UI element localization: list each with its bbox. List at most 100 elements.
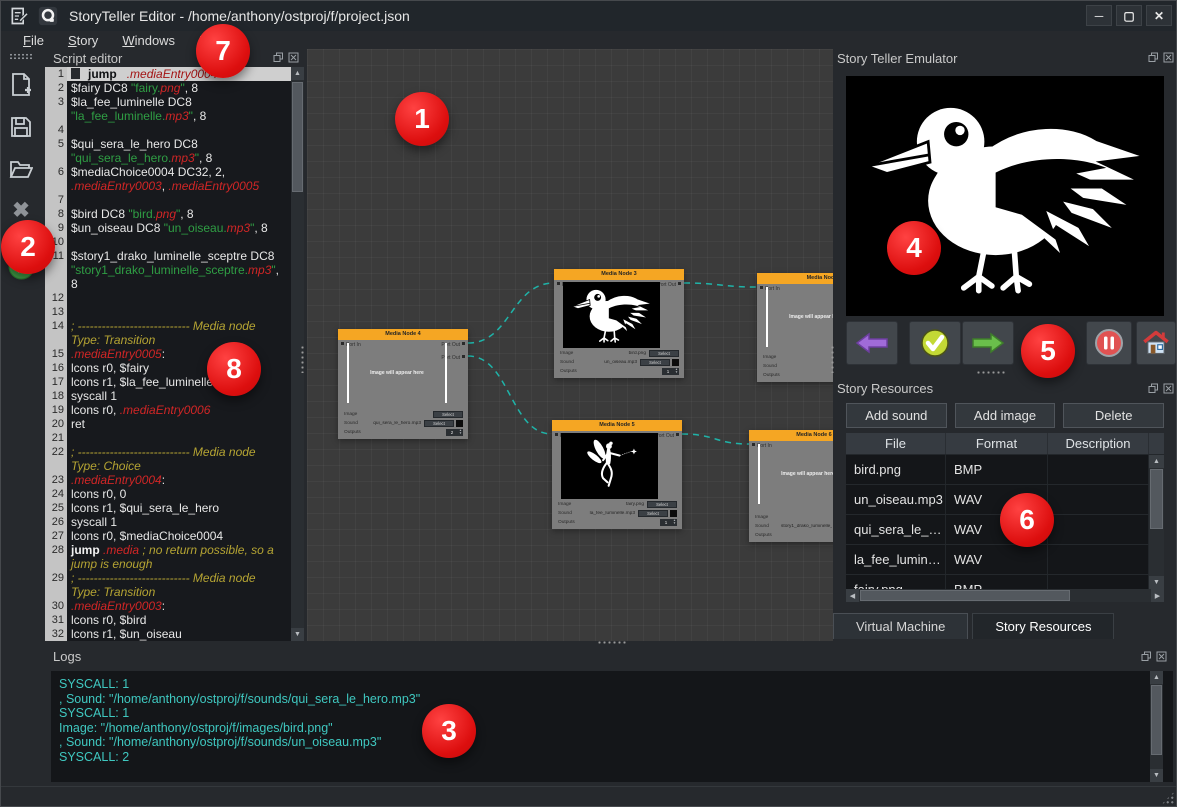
code-line[interactable]: 8 [45, 277, 291, 291]
float-panel-icon[interactable] [1141, 651, 1152, 662]
close-button[interactable]: ✕ [1146, 5, 1172, 26]
media-node[interactable]: Media NodePort InImage will appear hereI… [757, 273, 833, 382]
select-button[interactable]: Select [640, 359, 670, 366]
tab-virtual-machine[interactable]: Virtual Machine [833, 613, 968, 639]
maximize-button[interactable]: ▢ [1116, 5, 1142, 26]
code-line[interactable]: jump is enough [45, 557, 291, 571]
code-line[interactable]: 13 [45, 305, 291, 319]
code-line[interactable]: 2$fairy DC8 "fairy.png", 8 [45, 81, 291, 95]
scroll-thumb[interactable] [1151, 685, 1162, 755]
table-row[interactable]: bird.pngBMP [846, 455, 1149, 485]
code-line[interactable]: 20ret [45, 417, 291, 431]
code-line[interactable]: 7 [45, 193, 291, 207]
back-button[interactable] [846, 321, 898, 365]
code-line[interactable]: 24lcons r0, 0 [45, 487, 291, 501]
code-line[interactable]: 28jump .media ; no return possible, so a [45, 543, 291, 557]
add-image-button[interactable]: Add image [955, 403, 1056, 428]
float-panel-icon[interactable] [1148, 52, 1159, 63]
minimize-button[interactable]: ─ [1086, 5, 1112, 26]
code-line[interactable]: .mediaEntry0003, .mediaEntry0005 [45, 179, 291, 193]
media-node[interactable]: Media Node 6Port InImage will appear her… [749, 430, 833, 542]
scroll-thumb[interactable] [1150, 469, 1163, 529]
scroll-down-arrow[interactable]: ▼ [291, 628, 304, 641]
node-port-out[interactable]: Port Out [657, 282, 681, 288]
select-button[interactable]: Select [638, 510, 668, 517]
log-output[interactable]: SYSCALL: 1, Sound: "/home/anthony/ostpro… [51, 671, 1173, 782]
code-line[interactable]: 14; ---------------------------- Media n… [45, 319, 291, 333]
menu-file[interactable]: File [13, 33, 54, 48]
forward-button[interactable] [962, 321, 1014, 365]
scroll-thumb[interactable] [860, 590, 1070, 601]
table-row[interactable]: un_oiseau.mp3WAV [846, 485, 1149, 515]
add-sound-button[interactable]: Add sound [846, 403, 947, 428]
table-vscrollbar[interactable]: ▲ ▼ [1149, 455, 1164, 589]
outputs-spinner[interactable]: 2▲▼ [446, 429, 463, 436]
logs-scrollbar[interactable]: ▲ ▼ [1150, 671, 1163, 782]
table-body[interactable]: bird.pngBMPun_oiseau.mp3WAVqui_sera_le_h… [846, 455, 1149, 589]
float-panel-icon[interactable] [273, 52, 284, 63]
media-node[interactable]: Media Node 5Port InPort OutImagefairy.pn… [552, 420, 682, 529]
trash-icon[interactable] [672, 359, 679, 366]
column-header-file[interactable]: File [846, 433, 946, 454]
code-line[interactable]: "story1_drako_luminelle_sceptre.mp3", [45, 263, 291, 277]
code-line[interactable]: 3$la_fee_luminelle DC8 [45, 95, 291, 109]
home-button[interactable] [1136, 321, 1176, 365]
scroll-up-arrow[interactable]: ▲ [291, 67, 304, 80]
column-header-format[interactable]: Format [946, 433, 1048, 454]
open-button[interactable] [1, 152, 41, 186]
code-line[interactable]: 8$bird DC8 "bird.png", 8 [45, 207, 291, 221]
code-line[interactable]: 32lcons r1, $un_oiseau [45, 627, 291, 641]
code-line[interactable]: Type: Choice [45, 459, 291, 473]
table-row[interactable]: fairy.pngBMP [846, 575, 1149, 589]
code-line[interactable]: 23.mediaEntry0004: [45, 473, 291, 487]
code-line[interactable]: 1jump .mediaEntry0004 [45, 67, 291, 81]
scroll-down-arrow[interactable]: ▼ [1149, 576, 1164, 589]
confirm-button[interactable] [909, 321, 961, 365]
tab-story-resources[interactable]: Story Resources [972, 613, 1114, 639]
table-row[interactable]: la_fee_luminelle.mp3WAV [846, 545, 1149, 575]
new-script-button[interactable] [1, 68, 41, 102]
select-button[interactable]: Select [433, 411, 463, 418]
media-node[interactable]: Media Node 3Port InPort OutImagebird.png… [554, 269, 684, 378]
close-panel-icon[interactable] [1163, 52, 1174, 63]
code-line[interactable]: 4 [45, 123, 291, 137]
media-node[interactable]: Media Node 4Port InPort OutPort OutImage… [338, 329, 468, 439]
code-line[interactable]: "la_fee_luminelle.mp3", 8 [45, 109, 291, 123]
code-line[interactable]: 29; ---------------------------- Media n… [45, 571, 291, 585]
code-line[interactable]: 9$un_oiseau DC8 "un_oiseau.mp3", 8 [45, 221, 291, 235]
code-line[interactable]: 27lcons r0, $mediaChoice0004 [45, 529, 291, 543]
scroll-thumb[interactable] [292, 82, 303, 192]
trash-icon[interactable] [670, 510, 677, 517]
code-line[interactable]: 31lcons r0, $bird [45, 613, 291, 627]
select-button[interactable]: Select [647, 501, 677, 508]
splitter-handle[interactable] [976, 370, 1006, 375]
table-hscrollbar[interactable]: ◀ ▶ [846, 589, 1164, 602]
close-panel-icon[interactable] [1156, 651, 1167, 662]
scroll-right-arrow[interactable]: ▶ [1151, 589, 1164, 602]
code-line[interactable]: 19lcons r0, .mediaEntry0006 [45, 403, 291, 417]
menu-windows[interactable]: Windows [112, 33, 185, 48]
code-line[interactable]: 6$mediaChoice0004 DC32, 2, [45, 165, 291, 179]
close-panel-icon[interactable] [1163, 383, 1174, 394]
pause-button[interactable] [1086, 321, 1132, 365]
code-line[interactable]: 11$story1_drako_luminelle_sceptre DC8 [45, 249, 291, 263]
node-port-out[interactable]: Port Out [655, 433, 679, 439]
node-graph-canvas[interactable]: Media Node 4Port InPort OutPort OutImage… [307, 49, 833, 641]
select-button[interactable]: Select [649, 350, 679, 357]
select-button[interactable]: Select [424, 420, 454, 427]
code-line[interactable]: 26syscall 1 [45, 515, 291, 529]
scroll-up-arrow[interactable]: ▲ [1150, 671, 1163, 684]
float-panel-icon[interactable] [1148, 383, 1159, 394]
code-line[interactable]: 12 [45, 291, 291, 305]
code-line[interactable]: 5$qui_sera_le_hero DC8 [45, 137, 291, 151]
code-line[interactable]: 22; ---------------------------- Media n… [45, 445, 291, 459]
code-line[interactable]: Type: Transition [45, 333, 291, 347]
table-row[interactable]: qui_sera_le_hero.mp3WAV [846, 515, 1149, 545]
code-line[interactable]: Type: Transition [45, 585, 291, 599]
splitter-handle[interactable] [597, 640, 627, 645]
scroll-down-arrow[interactable]: ▼ [1150, 769, 1163, 782]
splitter-handle[interactable] [300, 345, 305, 373]
outputs-spinner[interactable]: 1▲▼ [662, 368, 679, 375]
menu-story[interactable]: Story [58, 33, 108, 48]
scroll-up-arrow[interactable]: ▲ [1149, 455, 1164, 468]
